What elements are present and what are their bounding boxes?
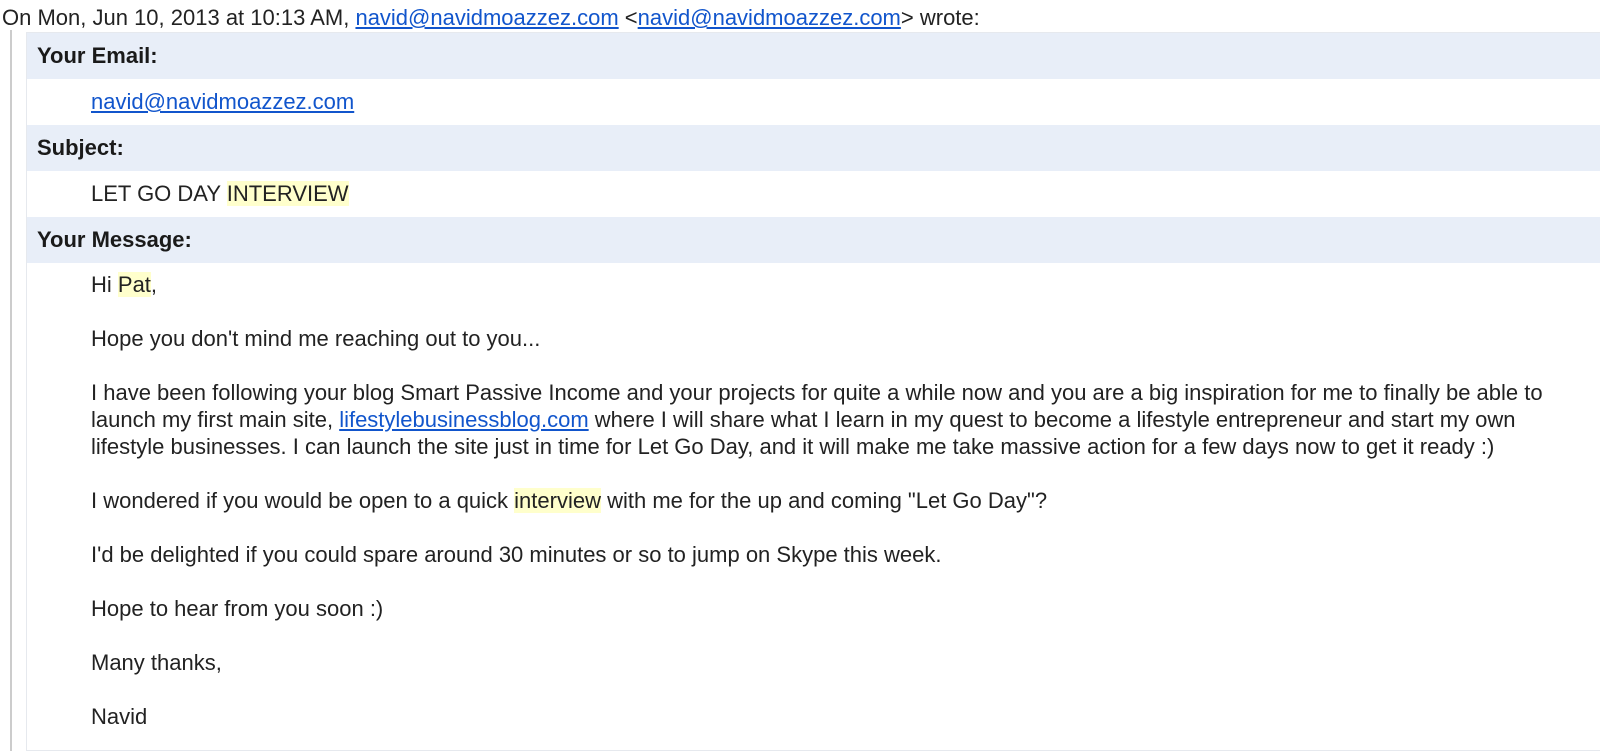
subject-value: LET GO DAY INTERVIEW <box>27 171 1600 217</box>
message-greeting: Hi Pat, <box>91 271 1561 298</box>
paragraph-3-after: with me for the up and coming "Let Go Da… <box>600 488 1048 513</box>
email-value-link[interactable]: navid@navidmoazzez.com <box>91 89 354 114</box>
message-paragraph-3: I wondered if you would be open to a qui… <box>91 487 1561 514</box>
sender-link[interactable]: navid@navidmoazzez.com <box>355 5 618 30</box>
greeting-prefix: Hi <box>91 272 118 297</box>
message-paragraph-4: I'd be delighted if you could spare arou… <box>91 542 942 567</box>
email-value-row: navid@navidmoazzez.com <box>27 79 1600 125</box>
message-paragraph-5: Hope to hear from you soon :) <box>91 596 384 621</box>
greeting-suffix: , <box>150 272 158 297</box>
message-label: Your Message: <box>27 217 1600 263</box>
quoted-message: Your Email: navid@navidmoazzez.com Subje… <box>10 30 1600 751</box>
attribution-angle-open: < <box>618 5 638 30</box>
message-paragraph-2: I have been following your blog Smart Pa… <box>91 379 1561 460</box>
subject-text: LET GO DAY <box>91 181 227 206</box>
attribution-suffix: > wrote: <box>900 5 980 30</box>
contact-form-submission: Your Email: navid@navidmoazzez.com Subje… <box>26 32 1600 751</box>
greeting-name-highlight: Pat <box>117 272 151 297</box>
blog-link[interactable]: lifestylebusinessblog.com <box>339 407 588 432</box>
email-label: Your Email: <box>27 33 1600 79</box>
message-signature: Navid <box>91 704 148 729</box>
quote-attribution: On Mon, Jun 10, 2013 at 10:13 AM, navid@… <box>2 4 980 32</box>
attribution-prefix: On Mon, Jun 10, 2013 at 10:13 AM, <box>2 5 356 30</box>
message-closing: Many thanks, <box>91 650 222 675</box>
message-body: Hi Pat, Hope you don't mind me reaching … <box>27 263 1600 730</box>
message-paragraph-1: Hope you don't mind me reaching out to y… <box>91 326 541 351</box>
subject-label: Subject: <box>27 125 1600 171</box>
interview-highlight: interview <box>514 488 601 513</box>
sender-email-link[interactable]: navid@navidmoazzez.com <box>638 5 901 30</box>
subject-highlight: INTERVIEW <box>226 181 349 206</box>
paragraph-3-before: I wondered if you would be open to a qui… <box>91 488 515 513</box>
